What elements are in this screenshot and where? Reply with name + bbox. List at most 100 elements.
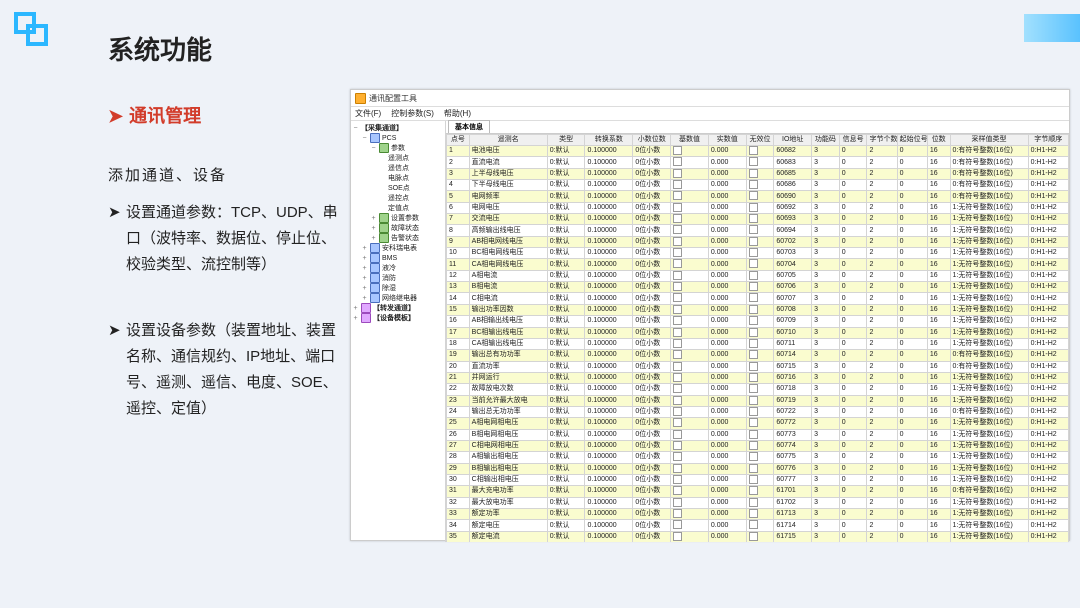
- checkbox[interactable]: [749, 452, 758, 461]
- checkbox[interactable]: [749, 225, 758, 234]
- checkbox[interactable]: [673, 384, 682, 393]
- menu-control[interactable]: 控制参数(S): [391, 108, 434, 119]
- checkbox[interactable]: [749, 498, 758, 507]
- checkbox[interactable]: [749, 237, 758, 246]
- column-header[interactable]: 无效位: [746, 135, 774, 146]
- checkbox[interactable]: [749, 191, 758, 200]
- checkbox[interactable]: [749, 520, 758, 529]
- table-row[interactable]: 33额定功率0:默认0.1000000位小数0.000617133020161:…: [447, 509, 1069, 520]
- table-row[interactable]: 1电池电压0:默认0.1000000位小数0.000606823020160:有…: [447, 146, 1069, 157]
- checkbox[interactable]: [749, 373, 758, 382]
- table-row[interactable]: 34额定电压0:默认0.1000000位小数0.000617143020161:…: [447, 520, 1069, 531]
- table-row[interactable]: 3上半母线电压0:默认0.1000000位小数0.000606853020160…: [447, 168, 1069, 179]
- checkbox[interactable]: [673, 373, 682, 382]
- table-row[interactable]: 28A相输出相电压0:默认0.1000000位小数0.0006077530201…: [447, 452, 1069, 463]
- column-header[interactable]: 字节顺序: [1028, 135, 1068, 146]
- tree-node[interactable]: −参数: [352, 143, 444, 153]
- checkbox[interactable]: [673, 214, 682, 223]
- checkbox[interactable]: [749, 407, 758, 416]
- table-row[interactable]: 14C相电流0:默认0.1000000位小数0.000607073020161:…: [447, 293, 1069, 304]
- checkbox[interactable]: [673, 486, 682, 495]
- column-header[interactable]: IO地址: [774, 135, 812, 146]
- checkbox[interactable]: [749, 362, 758, 371]
- column-header[interactable]: 功能码: [812, 135, 840, 146]
- table-row[interactable]: 18CA相输出线电压0:默认0.1000000位小数0.000607113020…: [447, 338, 1069, 349]
- checkbox[interactable]: [749, 305, 758, 314]
- checkbox[interactable]: [749, 441, 758, 450]
- checkbox[interactable]: [749, 282, 758, 291]
- tree-node[interactable]: +【转发通道】: [352, 303, 444, 313]
- checkbox[interactable]: [749, 464, 758, 473]
- column-header[interactable]: 基数值: [671, 135, 709, 146]
- menu-file[interactable]: 文件(F): [355, 108, 381, 119]
- tree-node[interactable]: +故障状态: [352, 223, 444, 233]
- column-header[interactable]: 遥测名: [469, 135, 547, 146]
- tree-node[interactable]: −PCS: [352, 133, 444, 143]
- column-header[interactable]: 小数位数: [633, 135, 671, 146]
- checkbox[interactable]: [749, 271, 758, 280]
- tree-node[interactable]: 遥控点: [352, 193, 444, 203]
- table-row[interactable]: 32最大放电功率0:默认0.1000000位小数0.00061702302016…: [447, 497, 1069, 508]
- checkbox[interactable]: [673, 293, 682, 302]
- table-row[interactable]: 11CA相电网线电压0:默认0.1000000位小数0.000607043020…: [447, 259, 1069, 270]
- checkbox[interactable]: [673, 316, 682, 325]
- table-row[interactable]: 20直流功率0:默认0.1000000位小数0.000607153020160:…: [447, 361, 1069, 372]
- table-row[interactable]: 29B相输出相电压0:默认0.1000000位小数0.0006077630201…: [447, 463, 1069, 474]
- checkbox[interactable]: [749, 350, 758, 359]
- checkbox[interactable]: [749, 475, 758, 484]
- checkbox[interactable]: [673, 339, 682, 348]
- checkbox[interactable]: [749, 339, 758, 348]
- checkbox[interactable]: [673, 282, 682, 291]
- checkbox[interactable]: [673, 191, 682, 200]
- table-row[interactable]: 12A相电流0:默认0.1000000位小数0.000607053020161:…: [447, 270, 1069, 281]
- column-header[interactable]: 类型: [547, 135, 585, 146]
- checkbox[interactable]: [673, 169, 682, 178]
- checkbox[interactable]: [673, 248, 682, 257]
- menu-help[interactable]: 帮助(H): [444, 108, 471, 119]
- tree-node[interactable]: +网络继电器: [352, 293, 444, 303]
- checkbox[interactable]: [673, 180, 682, 189]
- table-row[interactable]: 21并网运行0:默认0.1000000位小数0.000607163020161:…: [447, 372, 1069, 383]
- tree-node[interactable]: +设置参数: [352, 213, 444, 223]
- checkbox[interactable]: [673, 407, 682, 416]
- checkbox[interactable]: [749, 248, 758, 257]
- table-row[interactable]: 10BC相电网线电压0:默认0.1000000位小数0.000607033020…: [447, 248, 1069, 259]
- checkbox[interactable]: [673, 396, 682, 405]
- checkbox[interactable]: [749, 532, 758, 541]
- table-row[interactable]: 4下半母线电压0:默认0.1000000位小数0.000606863020160…: [447, 180, 1069, 191]
- table-row[interactable]: 17BC相输出线电压0:默认0.1000000位小数0.000607103020…: [447, 327, 1069, 338]
- column-header[interactable]: 转换系数: [585, 135, 633, 146]
- checkbox[interactable]: [673, 157, 682, 166]
- tree-node[interactable]: 遥信点: [352, 163, 444, 173]
- checkbox[interactable]: [749, 316, 758, 325]
- checkbox[interactable]: [673, 418, 682, 427]
- table-row[interactable]: 6电网电压0:默认0.1000000位小数0.000606923020161:无…: [447, 202, 1069, 213]
- checkbox[interactable]: [673, 350, 682, 359]
- table-row[interactable]: 8高频输出线电压0:默认0.1000000位小数0.00060694302016…: [447, 225, 1069, 236]
- checkbox[interactable]: [749, 203, 758, 212]
- table-row[interactable]: 30C相输出相电压0:默认0.1000000位小数0.0006077730201…: [447, 474, 1069, 485]
- tree-node[interactable]: −【采集通道】: [352, 123, 444, 133]
- checkbox[interactable]: [749, 328, 758, 337]
- column-header[interactable]: 位数: [927, 135, 950, 146]
- column-header[interactable]: 实数值: [708, 135, 746, 146]
- checkbox[interactable]: [749, 180, 758, 189]
- menu-bar[interactable]: 文件(F) 控制参数(S) 帮助(H): [351, 107, 1069, 121]
- checkbox[interactable]: [673, 498, 682, 507]
- checkbox[interactable]: [749, 157, 758, 166]
- table-row[interactable]: 22故障放电次数0:默认0.1000000位小数0.00060718302016…: [447, 384, 1069, 395]
- checkbox[interactable]: [673, 475, 682, 484]
- tree-node[interactable]: +液冷: [352, 263, 444, 273]
- table-row[interactable]: 27C相电网相电压0:默认0.1000000位小数0.0006077430201…: [447, 440, 1069, 451]
- table-row[interactable]: 26B相电网相电压0:默认0.1000000位小数0.0006077330201…: [447, 429, 1069, 440]
- tab-basic-info[interactable]: 基本信息: [448, 120, 490, 133]
- tree-node[interactable]: +告警状态: [352, 233, 444, 243]
- tree-node[interactable]: +【设备模板】: [352, 313, 444, 323]
- checkbox[interactable]: [749, 418, 758, 427]
- table-row[interactable]: 23当前允许最大放电0:默认0.1000000位小数0.000607193020…: [447, 395, 1069, 406]
- tree-node[interactable]: 定值点: [352, 203, 444, 213]
- table-row[interactable]: 5电网频率0:默认0.1000000位小数0.000606903020160:有…: [447, 191, 1069, 202]
- table-row[interactable]: 15输出功率因数0:默认0.1000000位小数0.00060708302016…: [447, 304, 1069, 315]
- table-row[interactable]: 35额定电流0:默认0.1000000位小数0.000617153020161:…: [447, 531, 1069, 542]
- checkbox[interactable]: [749, 384, 758, 393]
